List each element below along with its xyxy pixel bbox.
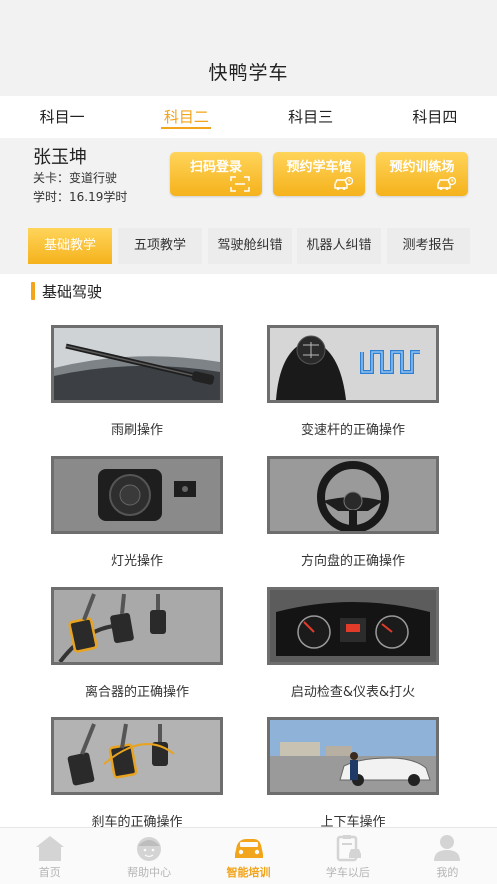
user-name: 张玉坤 bbox=[33, 147, 87, 168]
user-hours: 学时：16.19学时 bbox=[33, 188, 127, 205]
light-switch-image bbox=[51, 456, 223, 534]
app-title: 快鸭学车 bbox=[208, 62, 289, 84]
clutch-pedal-image bbox=[51, 587, 223, 665]
section-accent-bar bbox=[31, 282, 35, 300]
tab-robot-correction[interactable]: 机器人纠错 bbox=[297, 228, 381, 264]
tab-five-items[interactable]: 五项教学 bbox=[118, 228, 202, 264]
gear-shift-image bbox=[267, 325, 439, 403]
nav-mine[interactable]: 我的 bbox=[398, 828, 497, 884]
scan-icon bbox=[230, 176, 250, 192]
tab-subject-2[interactable]: 科目二 bbox=[124, 96, 248, 138]
book-field-label: 预约训练场 bbox=[389, 160, 455, 175]
dashboard-image bbox=[267, 587, 439, 665]
nav-help[interactable]: 帮助中心 bbox=[99, 828, 198, 884]
steering-wheel-image bbox=[267, 456, 439, 534]
tab-subject-3[interactable]: 科目三 bbox=[249, 96, 373, 138]
tab-cockpit-correction[interactable]: 驾驶舱纠错 bbox=[208, 228, 292, 264]
lesson-caption: 雨刷操作 bbox=[110, 423, 163, 438]
lesson-caption: 离合器的正确操作 bbox=[84, 685, 189, 700]
nav-after-learning[interactable]: 学车以后 bbox=[298, 828, 397, 884]
smart-car-icon bbox=[234, 839, 263, 858]
book-field-button[interactable]: 预约训练场 bbox=[376, 152, 468, 196]
nav-after-learning-label: 学车以后 bbox=[325, 866, 370, 879]
clipboard-car-icon bbox=[336, 835, 361, 862]
tab-subject-1[interactable]: 科目一 bbox=[0, 96, 124, 138]
nav-home[interactable]: 首页 bbox=[0, 828, 99, 884]
nav-smart-training-label: 智能培训 bbox=[226, 866, 271, 879]
car-clock-icon bbox=[437, 176, 456, 190]
wiper-image bbox=[51, 325, 223, 403]
subject-tabs: 科目一 科目二 科目三 科目四 bbox=[0, 96, 497, 138]
tab-subject-4[interactable]: 科目四 bbox=[373, 96, 497, 138]
person-icon bbox=[434, 835, 461, 861]
nav-help-label: 帮助中心 bbox=[127, 866, 172, 879]
book-hall-button[interactable]: 预约学车馆 bbox=[273, 152, 365, 196]
user-hours-value: 16.19学时 bbox=[69, 190, 128, 204]
tab-test-report[interactable]: 测考报告 bbox=[387, 228, 470, 264]
nav-smart-training[interactable]: 智能培训 bbox=[199, 828, 298, 884]
help-face-icon bbox=[137, 837, 162, 861]
lesson-caption: 启动检查&仪表&打火 bbox=[290, 685, 416, 700]
lesson-caption: 变速杆的正确操作 bbox=[300, 423, 405, 438]
home-icon bbox=[35, 836, 64, 861]
book-hall-label: 预约学车馆 bbox=[286, 160, 352, 175]
bottom-nav: 首页 帮助中心 智能培训 学车以后 我的 bbox=[0, 827, 497, 884]
nav-home-label: 首页 bbox=[38, 866, 61, 879]
car-entry-image bbox=[267, 717, 439, 795]
scan-login-button[interactable]: 扫码登录 bbox=[170, 152, 262, 196]
user-level-value: 变道行驶 bbox=[69, 171, 118, 185]
scan-login-label: 扫码登录 bbox=[189, 160, 242, 175]
lesson-caption: 方向盘的正确操作 bbox=[300, 554, 405, 569]
nav-mine-label: 我的 bbox=[436, 866, 459, 879]
lesson-caption: 灯光操作 bbox=[110, 554, 163, 569]
app-header: 快鸭学车 bbox=[0, 0, 497, 96]
tab-basic-teaching[interactable]: 基础教学 bbox=[28, 228, 112, 264]
user-hours-label: 学时： bbox=[33, 190, 70, 204]
section-title: 基础驾驶 bbox=[42, 283, 103, 301]
brake-pedal-image bbox=[51, 717, 223, 795]
user-level-label: 关卡： bbox=[33, 171, 70, 185]
car-clock-icon bbox=[334, 176, 353, 190]
user-level: 关卡：变道行驶 bbox=[33, 169, 117, 186]
